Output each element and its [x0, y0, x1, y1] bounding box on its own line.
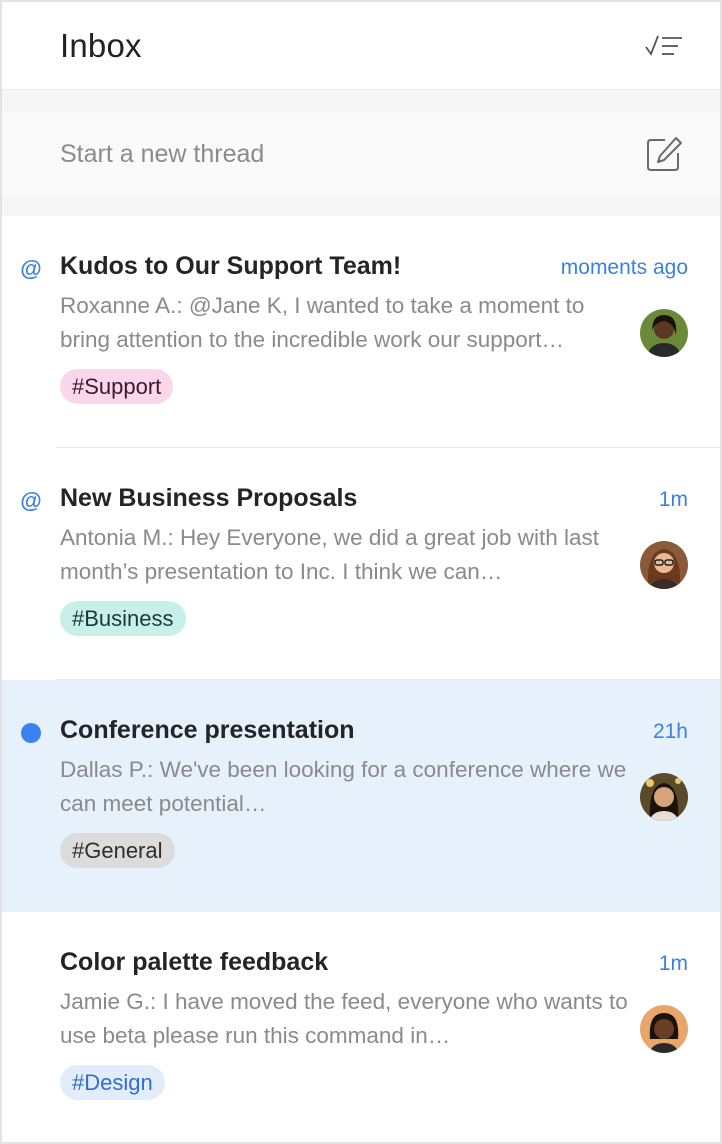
unread-dot-icon — [21, 723, 41, 743]
thread-preview: Dallas P.: We've been looking for a conf… — [60, 757, 627, 816]
mention-icon: @ — [20, 256, 42, 281]
thread-timestamp: 1m — [658, 952, 688, 975]
compose-button[interactable] — [642, 132, 686, 176]
thread-item[interactable]: Color palette feedback 1m Jamie G.: I ha… — [2, 912, 720, 1142]
mark-all-read-button[interactable] — [642, 24, 686, 68]
thread-item-selected[interactable]: Conference presentation 21h Dallas P.: W… — [2, 680, 720, 912]
new-thread-placeholder: Start a new thread — [60, 139, 265, 168]
page-title: Inbox — [60, 26, 142, 64]
thread-title: Kudos to Our Support Team! — [60, 252, 402, 280]
thread-preview: Jamie G.: I have moved the feed, everyon… — [60, 989, 628, 1048]
thread-preview: Antonia M.: Hey Everyone, we did a great… — [60, 525, 600, 584]
separator — [2, 196, 720, 216]
thread-preview: Roxanne A.: @Jane K, I wanted to take a … — [60, 293, 585, 352]
thread-title: New Business Proposals — [60, 484, 358, 512]
avatar — [640, 1005, 688, 1053]
avatar — [640, 773, 688, 821]
thread-item[interactable]: @ New Business Proposals 1m Antonia M.: … — [2, 448, 720, 680]
inbox-header: Inbox — [2, 2, 720, 90]
checklist-icon — [645, 35, 682, 56]
channel-tag[interactable]: #General — [60, 833, 175, 868]
avatar — [640, 541, 688, 589]
separator — [2, 90, 720, 112]
thread-timestamp: 1m — [658, 488, 688, 511]
thread-title: Conference presentation — [60, 716, 355, 744]
channel-tag[interactable]: #Business — [60, 601, 186, 636]
thread-timestamp: 21h — [652, 720, 688, 743]
channel-tag[interactable]: #Design — [60, 1065, 165, 1100]
new-thread-input[interactable]: Start a new thread — [2, 112, 720, 196]
mention-icon: @ — [20, 488, 42, 513]
inbox-panel: Inbox Start a new thread @ Kudos to Our … — [0, 0, 722, 1144]
thread-timestamp: moments ago — [560, 256, 688, 279]
compose-icon — [647, 137, 682, 171]
thread-title: Color palette feedback — [60, 948, 329, 976]
avatar — [640, 309, 688, 357]
thread-item[interactable]: @ Kudos to Our Support Team! moments ago… — [2, 216, 720, 448]
channel-tag[interactable]: #Support — [60, 369, 174, 404]
